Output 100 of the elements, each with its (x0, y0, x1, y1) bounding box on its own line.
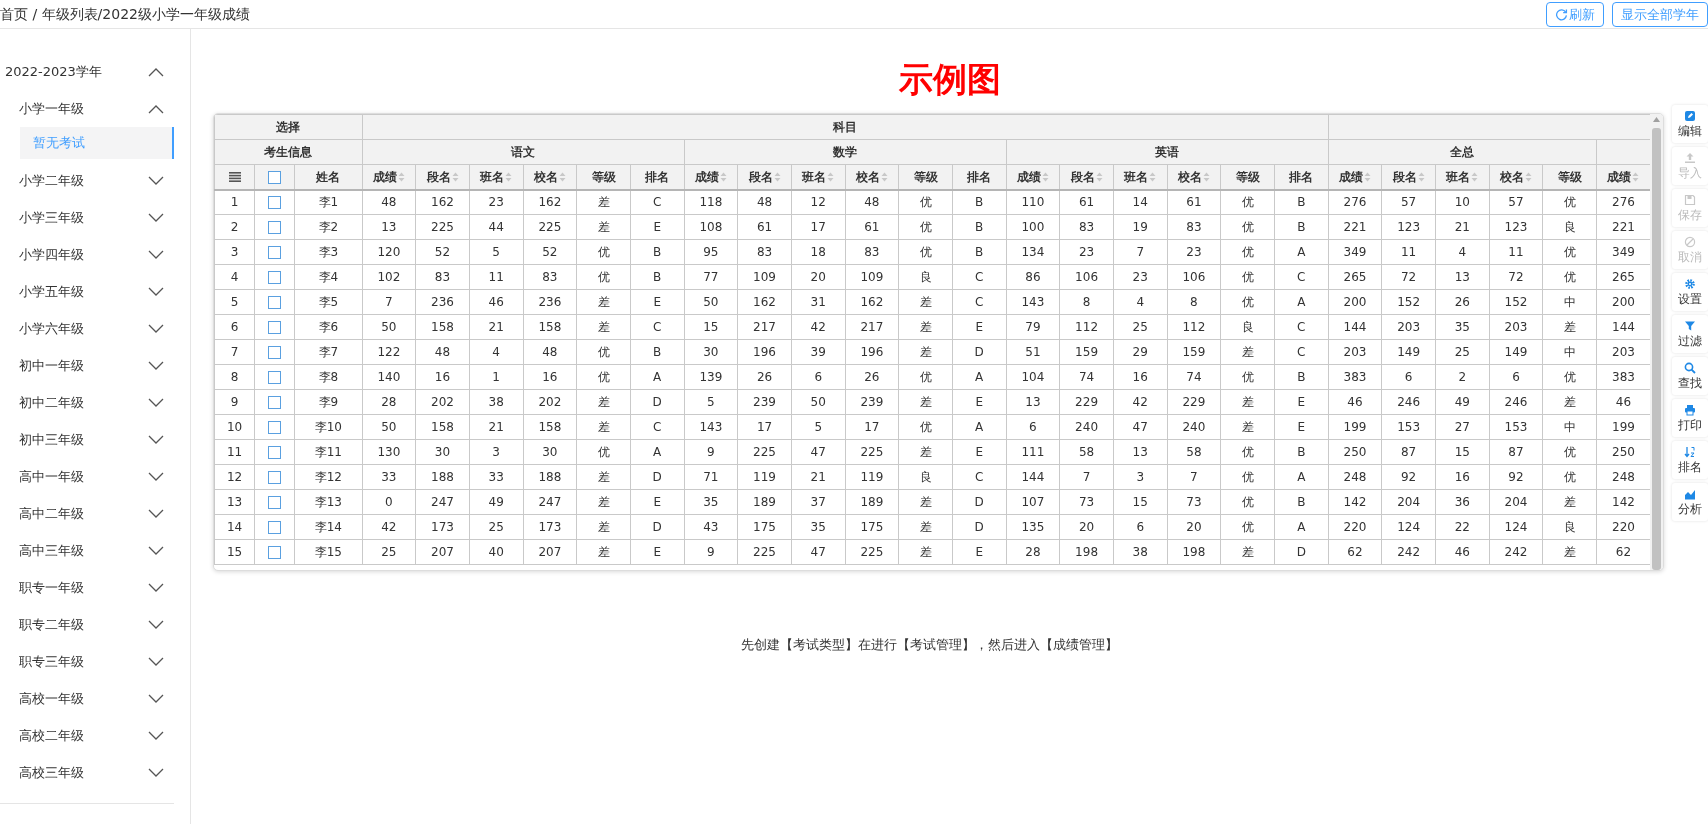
sort-icon[interactable] (1632, 171, 1640, 182)
table-cell: 124 (1381, 514, 1436, 540)
checkbox[interactable] (268, 471, 282, 484)
tree-item[interactable]: 初中二年级 (0, 384, 174, 421)
table-cell: 48 (737, 189, 792, 215)
table-cell: A (1274, 464, 1329, 490)
tree-item[interactable]: 初中一年级 (0, 347, 174, 384)
group-header: 数学 (684, 139, 1007, 165)
search-button[interactable]: 查找 (1672, 357, 1708, 395)
table-cell: 50 (791, 389, 846, 415)
checkbox[interactable] (268, 496, 282, 509)
table-cell: 61 (1167, 189, 1221, 215)
tree-item[interactable]: 小学二年级 (0, 162, 174, 199)
table-cell: 23 (1059, 239, 1114, 265)
tree-item[interactable]: 小学六年级 (0, 310, 174, 347)
scroll-up-icon[interactable] (1653, 117, 1660, 122)
table-cell: 差 (1220, 339, 1275, 365)
table-cell: 50 (684, 289, 738, 315)
table-cell: 240 (1059, 414, 1114, 440)
sort-icon[interactable] (719, 171, 727, 182)
sort-icon[interactable] (451, 171, 459, 182)
page-title: 示例图 (898, 59, 1001, 99)
scrollbar[interactable] (1650, 114, 1663, 570)
tree-item[interactable]: 小学四年级 (0, 236, 174, 273)
table-cell: 19 (1113, 214, 1168, 240)
tree-item[interactable]: 高中二年级 (0, 495, 174, 532)
sort-icon[interactable] (880, 171, 888, 182)
sort-icon[interactable] (1202, 171, 1210, 182)
sort-icon[interactable] (1363, 171, 1371, 182)
checkbox[interactable] (268, 271, 282, 284)
sort-icon[interactable] (558, 171, 566, 182)
group-header: 全总 (1328, 139, 1597, 165)
sort-icon[interactable] (1471, 171, 1479, 182)
table-cell: 217 (737, 314, 792, 340)
table-cell: D (952, 514, 1007, 540)
checkbox[interactable] (268, 446, 282, 459)
table-cell: 6 (1381, 364, 1436, 390)
cancel-icon (1684, 236, 1696, 248)
table-cell: 130 (362, 439, 416, 465)
table-cell: 42 (362, 514, 416, 540)
tree-item[interactable]: 高校一年级 (0, 680, 174, 717)
sort-icon[interactable] (773, 171, 781, 182)
table-cell: 61 (737, 214, 792, 240)
table-cell: 22 (1435, 514, 1490, 540)
checkbox[interactable] (268, 421, 282, 434)
table-cell: 144 (1328, 314, 1382, 340)
checkbox[interactable] (268, 296, 282, 309)
sort-icon[interactable] (505, 171, 513, 182)
checkbox[interactable] (268, 521, 282, 534)
sort-icon[interactable] (1095, 171, 1103, 182)
tree-item[interactable]: 高中三年级 (0, 532, 174, 569)
rank-button[interactable]: 排名 (1672, 441, 1708, 479)
tree-item[interactable]: 小学五年级 (0, 273, 174, 310)
sort-icon[interactable] (1524, 171, 1532, 182)
table-cell: 11 (1381, 239, 1436, 265)
table-cell: 118 (684, 189, 738, 215)
table-cell: 差 (576, 289, 631, 315)
tree-item[interactable]: 职专二年级 (0, 606, 174, 643)
checkbox[interactable] (268, 371, 282, 384)
table-cell: 25 (362, 539, 416, 565)
tree-item[interactable]: 初中三年级 (0, 421, 174, 458)
tree-item[interactable]: 职专一年级 (0, 569, 174, 606)
sort-icon[interactable] (827, 171, 835, 182)
print-button[interactable]: 打印 (1672, 399, 1708, 437)
sort-icon[interactable] (397, 171, 405, 182)
checkbox[interactable] (268, 546, 282, 559)
checkbox[interactable] (268, 396, 282, 409)
table-cell: B (630, 339, 685, 365)
checkbox[interactable] (268, 246, 282, 259)
table-cell: 49 (469, 489, 523, 515)
sort-icon[interactable] (1149, 171, 1157, 182)
checkbox[interactable] (268, 321, 282, 334)
table-cell: 112 (1167, 314, 1221, 340)
table-cell: 优 (1542, 439, 1597, 465)
table-cell: 71 (684, 464, 738, 490)
filter-button[interactable]: 过滤 (1672, 315, 1708, 353)
sort-icon[interactable] (1417, 171, 1425, 182)
table-cell: 159 (1059, 339, 1114, 365)
table-cell: 225 (523, 214, 577, 240)
expand-icon (148, 434, 164, 445)
tree-item[interactable]: 高中一年级 (0, 458, 174, 495)
checkbox[interactable] (268, 221, 282, 234)
select-all-checkbox[interactable] (268, 170, 282, 184)
checkbox[interactable] (268, 196, 282, 210)
tree-item[interactable]: 2022-2023学年 (0, 53, 174, 90)
checkbox[interactable] (268, 346, 282, 359)
tree-item[interactable]: 高校三年级 (0, 754, 174, 791)
settings-button[interactable]: 设置 (1672, 273, 1708, 311)
tree-item[interactable]: 小学一年级 (0, 90, 174, 127)
tree-item[interactable]: 小学三年级 (0, 199, 174, 236)
tree-item[interactable]: 高校二年级 (0, 717, 174, 754)
table-cell: A (1274, 514, 1329, 540)
table-cell: 优 (1220, 189, 1275, 215)
list-icon[interactable] (228, 172, 241, 183)
tree-item[interactable]: 职专三年级 (0, 643, 174, 680)
analyze-button[interactable]: 分析 (1672, 483, 1708, 521)
table-cell: 20 (1059, 514, 1114, 540)
edit-button[interactable]: 编辑 (1672, 105, 1708, 143)
sort-icon[interactable] (1041, 171, 1049, 182)
table-cell: 203 (1489, 314, 1543, 340)
